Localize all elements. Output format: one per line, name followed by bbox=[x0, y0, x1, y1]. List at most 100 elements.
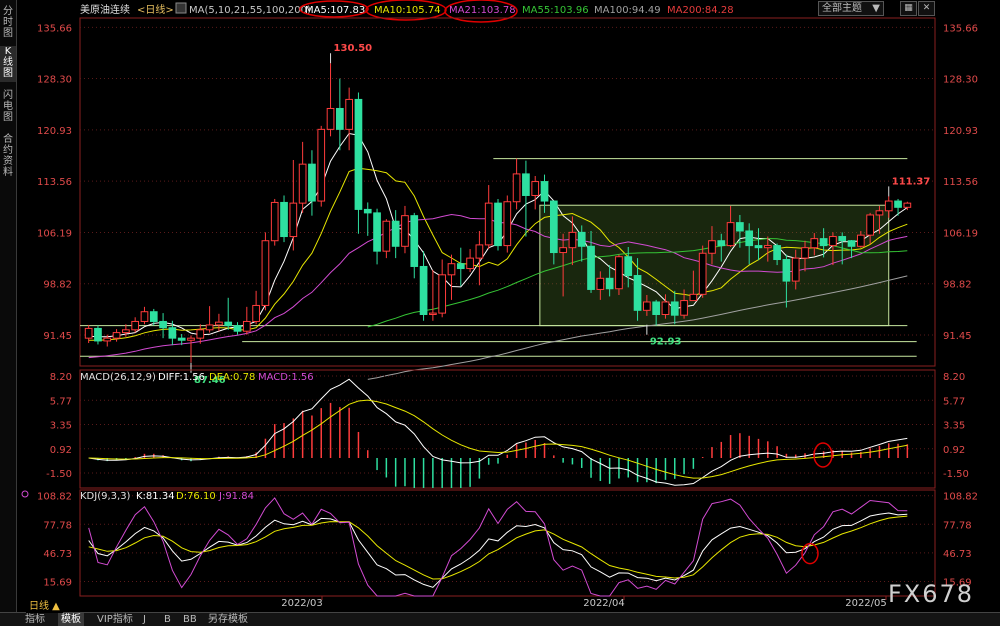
candle-body bbox=[829, 236, 837, 247]
ma-params: MA(5,10,21,55,100,200) bbox=[189, 5, 311, 16]
candle-body bbox=[112, 332, 121, 339]
candle-body bbox=[698, 252, 707, 295]
bottom-tab[interactable]: B bbox=[161, 613, 174, 626]
bottom-tab[interactable]: BB bbox=[180, 613, 200, 626]
chart-area[interactable]: 美原油连续 <日线> MA(5,10,21,55,100,200) MA5:10… bbox=[0, 0, 1000, 612]
macd-value: MACD:1.56 bbox=[258, 372, 314, 383]
y-tick-label-right: 77.78 bbox=[943, 520, 972, 531]
period-label: <日线> bbox=[137, 3, 174, 16]
y-tick-label-left: 8.20 bbox=[50, 372, 72, 383]
candle-body bbox=[884, 200, 893, 212]
y-tick-label-right: 106.19 bbox=[943, 228, 978, 239]
period-switch[interactable]: 日线 ▲ bbox=[26, 600, 63, 613]
candle-body bbox=[531, 181, 540, 196]
macd-line bbox=[88, 378, 908, 486]
y-tick-label-right: 128.30 bbox=[943, 75, 978, 86]
y-tick-label-left: 120.93 bbox=[37, 126, 72, 137]
candle-body bbox=[484, 202, 493, 246]
y-tick-label-right: 8.20 bbox=[943, 372, 965, 383]
candle-body bbox=[326, 107, 335, 130]
candle-body bbox=[177, 337, 186, 341]
bottom-tab[interactable]: J bbox=[140, 613, 149, 626]
candle-body bbox=[736, 222, 744, 232]
candle-body bbox=[196, 329, 205, 339]
kdj-k: K:81.34 bbox=[136, 491, 175, 502]
theme-dropdown[interactable]: 全部主题 ▼ bbox=[818, 1, 884, 16]
candle-body bbox=[643, 301, 651, 311]
candle-body bbox=[373, 212, 381, 252]
x-tick-label: 2022/03 bbox=[281, 598, 323, 609]
candle-body bbox=[475, 244, 484, 259]
candle-body bbox=[224, 321, 233, 327]
candle-body bbox=[577, 231, 586, 247]
candle-body bbox=[503, 201, 512, 247]
chevron-down-icon: ▼ bbox=[872, 3, 880, 14]
candle-body bbox=[708, 240, 716, 254]
y-tick-label-left: 108.82 bbox=[37, 492, 72, 503]
macd-title: MACD(26,12,9) bbox=[80, 372, 156, 383]
kdj-title: KDJ(9,3,3) bbox=[80, 491, 131, 502]
candle-body bbox=[661, 301, 670, 315]
price-annotation: 111.37 bbox=[892, 176, 931, 187]
macd-dea: DEA:0.78 bbox=[209, 372, 255, 383]
candle-body bbox=[773, 245, 781, 261]
candle-body bbox=[401, 215, 409, 247]
candlestick-pane: 135.66 135.66 128.30 128.30 120.93 120.93 113.… bbox=[37, 17, 978, 386]
candle-body bbox=[782, 259, 791, 282]
candle-body bbox=[215, 321, 223, 326]
candle-body bbox=[429, 312, 437, 315]
candle-body bbox=[903, 202, 912, 208]
symbol-title: 美原油连续 bbox=[80, 3, 130, 16]
candle-body bbox=[466, 257, 474, 270]
bottom-tab[interactable]: 指标 bbox=[22, 613, 48, 626]
candle-body bbox=[419, 265, 428, 315]
candle-body bbox=[856, 234, 865, 247]
bottom-tab[interactable]: 模板 bbox=[58, 613, 84, 626]
y-tick-label-left: 46.73 bbox=[43, 549, 72, 560]
kdj-d: D:76.10 bbox=[176, 491, 216, 502]
candle-body bbox=[624, 256, 633, 277]
bottom-tab[interactable]: 另存模板 bbox=[205, 613, 251, 626]
candle-body bbox=[568, 231, 577, 249]
candle-body bbox=[652, 301, 661, 315]
ma55-value: MA55:103.96 bbox=[522, 5, 589, 16]
close-icon[interactable]: ✕ bbox=[918, 1, 935, 16]
candle-body bbox=[103, 337, 112, 342]
candle-body bbox=[159, 320, 167, 329]
ma21-value: MA21:103.78 bbox=[449, 5, 516, 16]
candle-body bbox=[84, 327, 93, 339]
candle-body bbox=[819, 238, 828, 247]
candle-body bbox=[512, 173, 521, 203]
y-tick-label-right: -1.50 bbox=[943, 469, 969, 480]
candle-body bbox=[615, 256, 623, 290]
y-tick-label-left: 77.78 bbox=[43, 520, 72, 531]
x-tick-label: 2022/04 bbox=[583, 598, 625, 609]
candle-body bbox=[522, 173, 530, 196]
layout-toggle-icon[interactable]: ▦ bbox=[900, 1, 917, 16]
candle-body bbox=[801, 247, 809, 259]
candle-body bbox=[280, 201, 288, 238]
ma100-value: MA100:94.49 bbox=[594, 5, 661, 16]
y-tick-label-left: -1.50 bbox=[46, 469, 72, 480]
candle-body bbox=[605, 277, 614, 290]
y-tick-label-left: 15.69 bbox=[43, 578, 72, 589]
candle-body bbox=[242, 320, 251, 332]
ma10-value: MA10:105.74 bbox=[374, 5, 441, 16]
y-tick-label-right: 3.35 bbox=[943, 421, 965, 432]
y-tick-label-left: 135.66 bbox=[37, 23, 72, 34]
candle-body bbox=[168, 327, 177, 339]
y-tick-label-left: 128.30 bbox=[37, 75, 72, 86]
candle-body bbox=[270, 201, 279, 242]
candle-body bbox=[354, 98, 363, 210]
price-annotation: 92.93 bbox=[650, 337, 682, 348]
candle-body bbox=[717, 240, 726, 247]
y-tick-label-left: 3.35 bbox=[50, 421, 72, 432]
y-tick-label-left: 113.56 bbox=[37, 177, 72, 188]
bottom-tab[interactable]: VIP指标 bbox=[94, 613, 136, 626]
candle-body bbox=[633, 275, 642, 311]
indicator-settings-icon[interactable] bbox=[175, 2, 187, 14]
candle-body bbox=[894, 200, 902, 208]
candle-body bbox=[726, 222, 735, 247]
y-tick-label-right: 113.56 bbox=[943, 177, 978, 188]
kdj-j: J:91.84 bbox=[218, 491, 254, 502]
